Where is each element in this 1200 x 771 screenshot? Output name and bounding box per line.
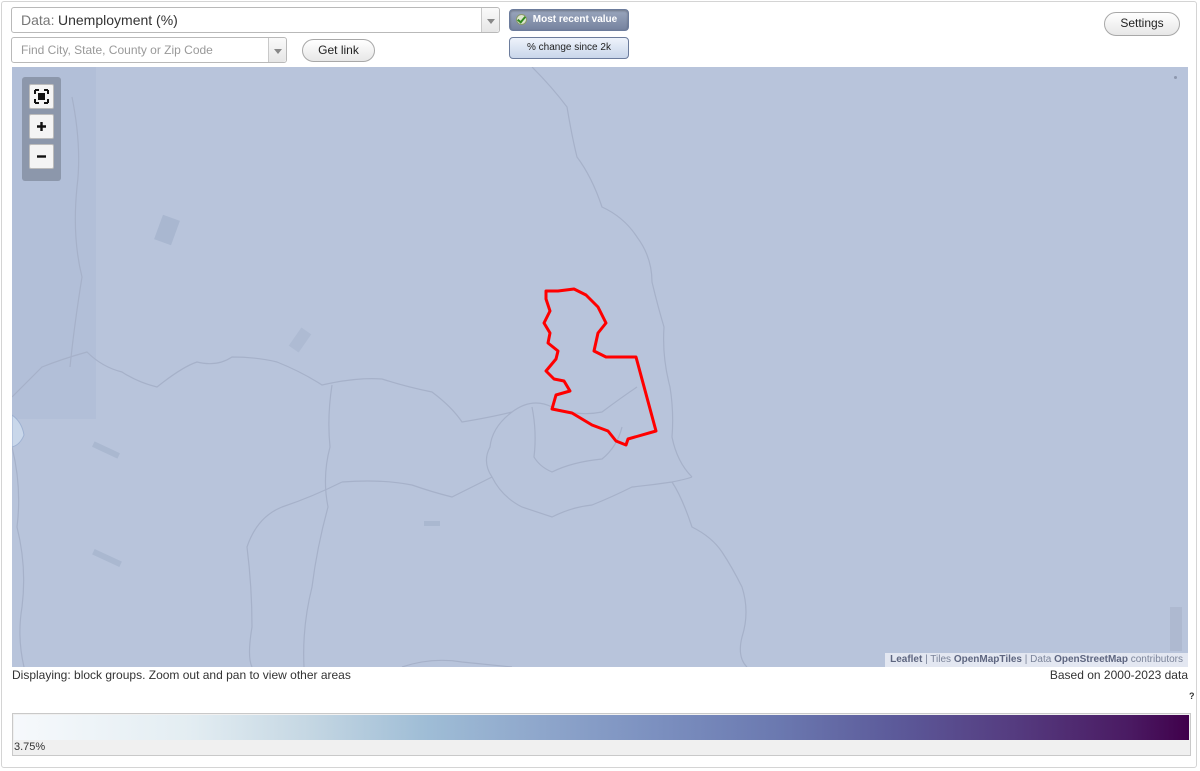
zoom-out-icon	[37, 155, 46, 158]
display-note: Displaying: block groups. Zoom out and p…	[12, 668, 351, 682]
map-water	[12, 414, 25, 448]
settings-button[interactable]: Settings	[1104, 12, 1180, 36]
legend-color-ramp	[14, 715, 1189, 740]
most-recent-value-label: Most recent value	[532, 14, 618, 25]
data-select[interactable]: Data: Unemployment (%)	[11, 7, 500, 33]
fullscreen-icon	[34, 89, 49, 104]
get-link-button[interactable]: Get link	[302, 39, 375, 62]
zoom-out-button[interactable]	[29, 144, 54, 169]
openstreetmap-link[interactable]: OpenStreetMap	[1054, 654, 1128, 665]
legend-min-label: 3.75%	[14, 741, 46, 753]
map-parcel	[154, 214, 180, 246]
map-boundaries	[12, 67, 748, 667]
percent-change-toggle[interactable]: % change since 2k	[509, 37, 629, 59]
chevron-down-icon[interactable]	[481, 8, 499, 32]
help-link[interactable]: ?	[1189, 691, 1195, 701]
color-legend: 3.75%	[12, 713, 1191, 756]
map-parcel	[1170, 607, 1182, 651]
selected-area-boundary[interactable]	[542, 287, 658, 447]
leaflet-link[interactable]: Leaflet	[890, 654, 922, 665]
data-select-value: Unemployment (%)	[58, 12, 178, 28]
zoom-in-button[interactable]	[29, 114, 54, 139]
attribution-tail: contributors	[1127, 654, 1183, 665]
map-base-layer	[12, 67, 1182, 667]
map-view[interactable]: Leaflet | Tiles OpenMapTiles | Data Open…	[12, 67, 1188, 667]
most-recent-value-toggle[interactable]: Most recent value	[509, 9, 629, 31]
data-range-note: Based on 2000-2023 data	[1049, 668, 1188, 682]
chevron-down-icon[interactable]	[268, 38, 286, 62]
map-parcel	[92, 548, 122, 568]
zoom-control	[22, 77, 61, 181]
map-parcel	[92, 441, 120, 459]
check-icon	[516, 14, 527, 25]
attribution-sep-tiles: | Tiles	[922, 654, 954, 665]
location-search[interactable]	[11, 37, 287, 63]
zoom-in-icon	[37, 122, 46, 131]
search-input[interactable]	[12, 38, 276, 62]
map-marker-dot	[1174, 76, 1177, 79]
map-attribution: Leaflet | Tiles OpenMapTiles | Data Open…	[885, 653, 1188, 667]
fullscreen-button[interactable]	[29, 84, 54, 109]
openmaptiles-link[interactable]: OpenMapTiles	[954, 654, 1022, 665]
map-parcel	[288, 327, 312, 353]
attribution-sep-data: | Data	[1022, 654, 1055, 665]
map-parcel	[424, 521, 440, 526]
data-select-prefix: Data:	[21, 12, 55, 28]
